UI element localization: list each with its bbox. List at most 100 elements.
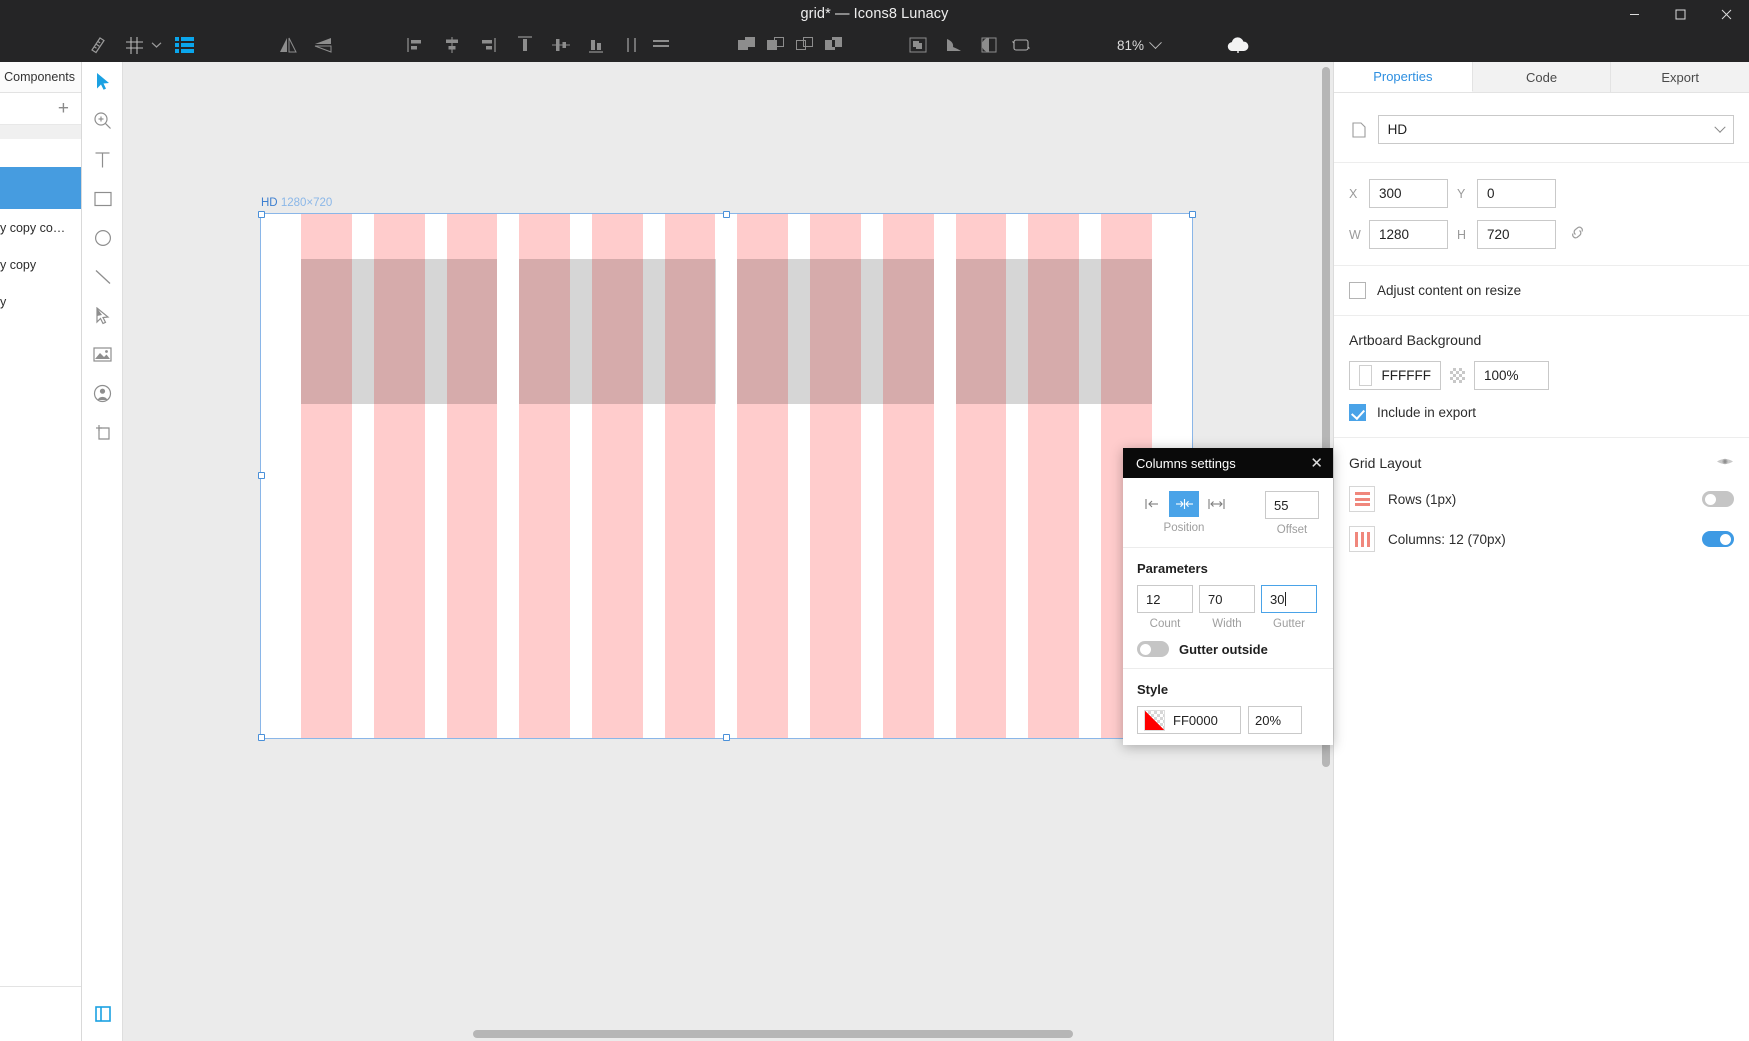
grid-icon[interactable] [120, 28, 148, 62]
grid-rows-row[interactable]: Rows (1px) [1349, 486, 1734, 512]
preset-section: HD [1334, 93, 1749, 163]
adjust-content-row[interactable]: Adjust content on resize [1349, 282, 1734, 299]
y-input[interactable]: 0 [1477, 179, 1556, 208]
selection-handle-bc[interactable] [723, 734, 730, 741]
pen-tool[interactable] [82, 296, 123, 335]
style-color-input[interactable]: FF0000 [1137, 706, 1241, 734]
x-input[interactable]: 300 [1369, 179, 1448, 208]
width-input[interactable]: 1280 [1369, 220, 1448, 249]
image-tool[interactable] [82, 335, 123, 374]
boolean-difference-icon[interactable] [820, 28, 848, 62]
list-item[interactable]: y copy [0, 246, 81, 283]
tab-export[interactable]: Export [1611, 62, 1749, 92]
artboard-tool[interactable] [82, 413, 123, 452]
position-left-icon[interactable] [1137, 491, 1167, 517]
tools-sidebar [82, 62, 123, 1041]
selection-handle-tc[interactable] [723, 211, 730, 218]
cloud-upload-icon[interactable] [1222, 28, 1254, 62]
include-in-export-checkbox[interactable] [1349, 404, 1366, 421]
include-in-export-row[interactable]: Include in export [1349, 404, 1734, 421]
eye-icon[interactable] [1716, 454, 1734, 472]
y-label: Y [1457, 186, 1466, 201]
tab-properties[interactable]: Properties [1334, 62, 1473, 92]
mask-icon[interactable] [904, 28, 932, 62]
link-dimensions-icon[interactable] [1569, 225, 1586, 245]
adjust-content-checkbox[interactable] [1349, 282, 1366, 299]
artboard-preset-select[interactable]: HD [1377, 115, 1734, 144]
flatten-icon[interactable] [940, 28, 968, 62]
content-rectangle [737, 259, 934, 404]
count-label: Count [1149, 618, 1181, 630]
layout-grid-icon[interactable] [170, 28, 198, 62]
list-item[interactable]: y copy co… [0, 209, 81, 246]
position-center-icon[interactable] [1169, 491, 1199, 517]
selection-handle-tl[interactable] [258, 211, 265, 218]
align-middle-icon[interactable] [547, 28, 575, 62]
zoom-control[interactable]: 81% [1117, 28, 1162, 62]
selection-handle-bl[interactable] [258, 734, 265, 741]
distribute-vertical-icon[interactable] [647, 28, 675, 62]
flip-vertical-icon[interactable] [309, 28, 337, 62]
width-input[interactable]: 70 [1199, 585, 1255, 613]
boolean-union-icon[interactable] [733, 28, 761, 62]
include-in-export-label: Include in export [1377, 405, 1477, 420]
maximize-button[interactable] [1657, 0, 1703, 28]
zoom-tool[interactable] [82, 101, 123, 140]
rotate-copies-icon[interactable] [1007, 28, 1035, 62]
tab-components[interactable]: Components [0, 62, 81, 92]
ruler-icon[interactable] [85, 28, 113, 62]
distribute-horizontal-icon[interactable] [618, 28, 646, 62]
artboard-hd[interactable] [260, 213, 1193, 739]
panel-toggle-icon[interactable] [82, 999, 123, 1029]
gutter-outside-toggle[interactable] [1137, 641, 1169, 657]
close-icon[interactable]: ✕ [1310, 456, 1323, 471]
color-swatch-icon [1144, 709, 1165, 731]
h-value: 720 [1487, 227, 1510, 242]
align-bottom-icon[interactable] [582, 28, 610, 62]
list-item[interactable] [0, 167, 81, 209]
align-right-icon[interactable] [473, 28, 501, 62]
selection-handle-ml[interactable] [258, 472, 265, 479]
artboard-background-section: Artboard Background FFFFFF 100% Include … [1334, 316, 1749, 438]
add-component-row[interactable]: + [0, 93, 81, 125]
selection-handle-tr[interactable] [1189, 211, 1196, 218]
background-color-input[interactable]: FFFFFF [1349, 361, 1441, 390]
list-item[interactable]: y [0, 283, 81, 320]
tab-code[interactable]: Code [1472, 62, 1612, 92]
height-input[interactable]: 720 [1477, 220, 1556, 249]
style-opacity-input[interactable]: 20% [1248, 706, 1302, 734]
background-opacity-input[interactable]: 100% [1474, 361, 1549, 390]
offset-input[interactable]: 55 [1265, 491, 1319, 519]
flip-horizontal-icon[interactable] [274, 28, 302, 62]
canvas-horizontal-scrollbar[interactable] [473, 1030, 1073, 1038]
rows-toggle[interactable] [1702, 491, 1734, 507]
w-value: 1280 [1379, 227, 1410, 242]
width-label: Width [1212, 618, 1242, 630]
ellipse-tool[interactable] [82, 218, 123, 257]
half-fill-icon[interactable] [975, 28, 1003, 62]
content-rectangle [955, 259, 1152, 404]
window-controls [1611, 0, 1749, 28]
close-button[interactable] [1703, 0, 1749, 28]
style-title: Style [1137, 682, 1169, 697]
line-tool[interactable] [82, 257, 123, 296]
position-stretch-icon[interactable] [1201, 491, 1231, 517]
minimize-button[interactable] [1611, 0, 1657, 28]
boolean-subtract-icon[interactable] [762, 28, 790, 62]
artboard-label[interactable]: HD 1280×720 [261, 197, 332, 209]
align-center-horizontal-icon[interactable] [438, 28, 466, 62]
chevron-down-icon[interactable] [146, 28, 166, 62]
count-input[interactable]: 12 [1137, 585, 1193, 613]
adjust-content-label: Adjust content on resize [1377, 283, 1522, 298]
gutter-input[interactable]: 30 [1261, 585, 1317, 613]
columns-toggle[interactable] [1702, 531, 1734, 547]
rectangle-tool[interactable] [82, 179, 123, 218]
text-tool[interactable] [82, 140, 123, 179]
avatar-tool[interactable] [82, 374, 123, 413]
select-tool[interactable] [82, 62, 123, 101]
list-item[interactable] [0, 139, 81, 167]
boolean-intersect-icon[interactable] [791, 28, 819, 62]
align-top-icon[interactable] [511, 28, 539, 62]
grid-columns-row[interactable]: Columns: 12 (70px) [1349, 526, 1734, 552]
align-left-icon[interactable] [402, 28, 430, 62]
